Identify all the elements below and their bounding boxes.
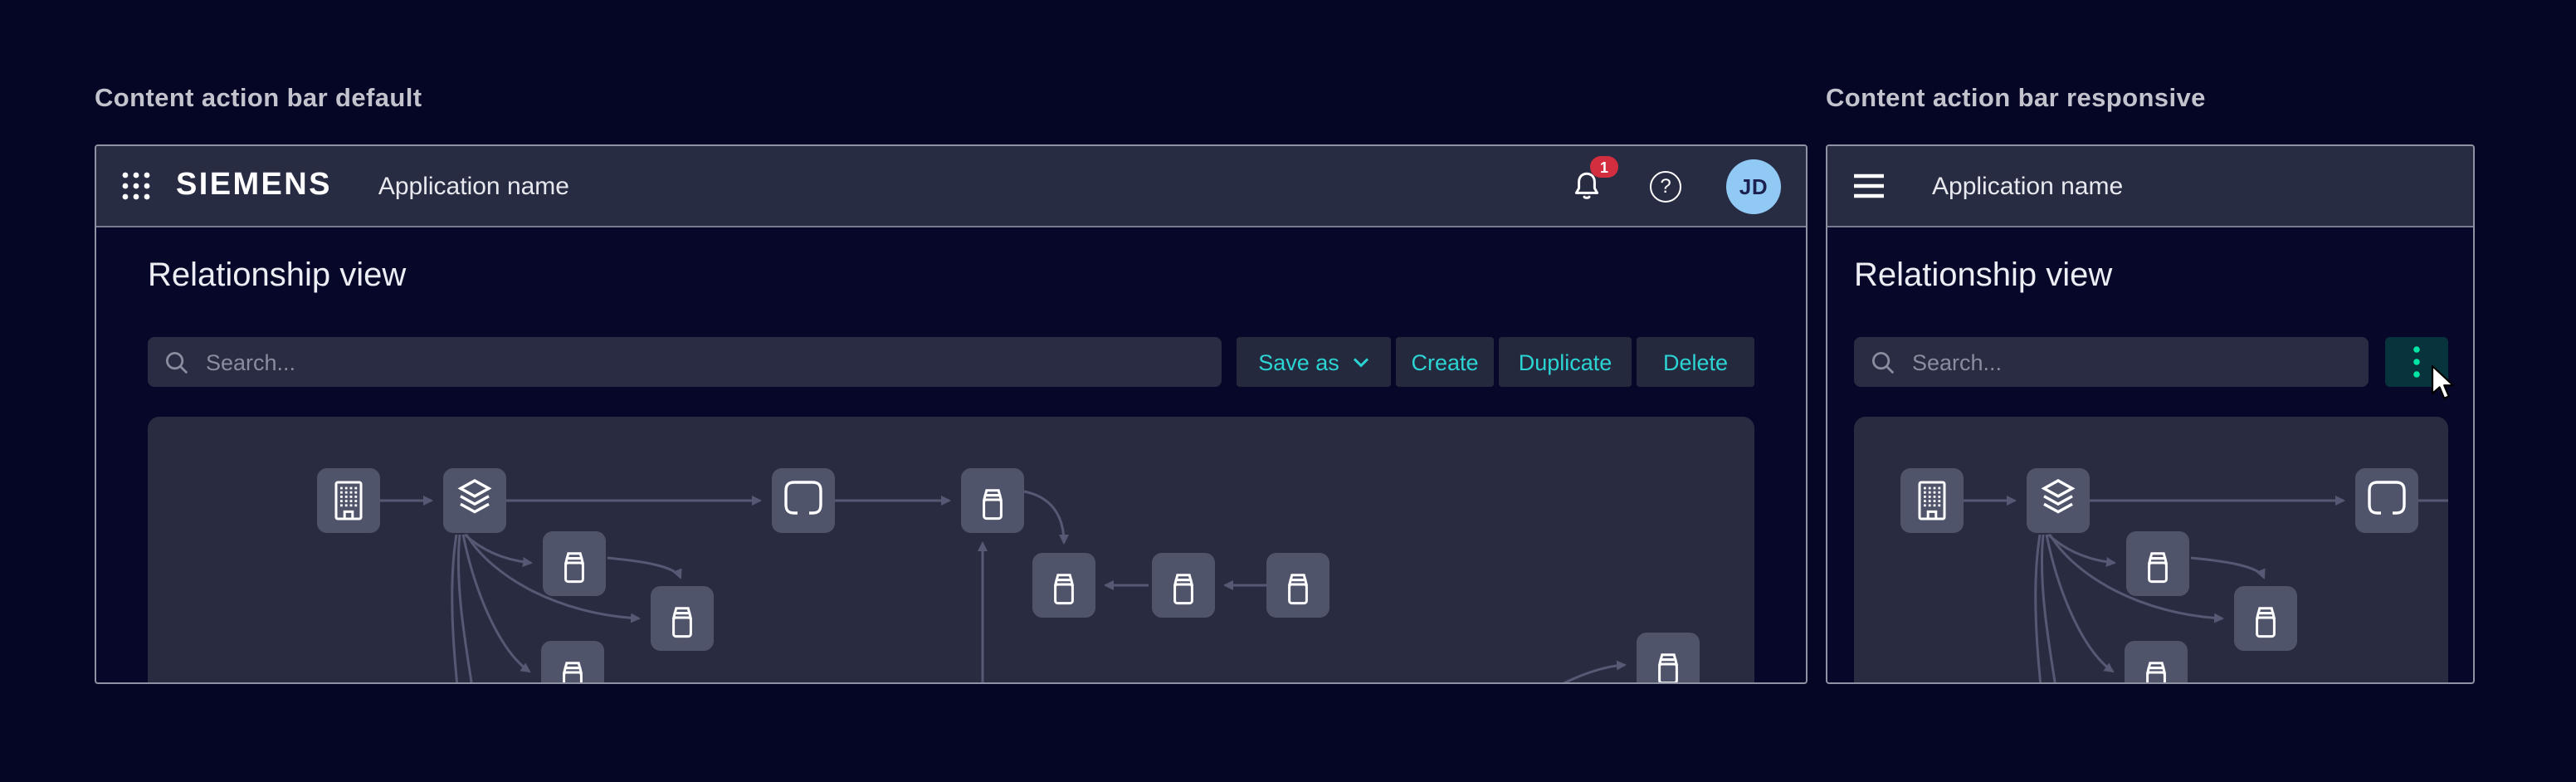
page-title: Relationship view (1854, 257, 2112, 296)
relationship-diagram (1854, 417, 2448, 684)
save-as-button[interactable]: Save as (1237, 337, 1391, 387)
diagram-node-layers[interactable] (443, 468, 506, 533)
diagram-node-building[interactable] (1900, 468, 1964, 533)
kebab-icon (2412, 345, 2422, 379)
content-action-bar: Save as Create Duplicate Delete (148, 337, 1754, 387)
search-field[interactable] (1854, 337, 2369, 387)
diagram-node-layers[interactable] (2027, 468, 2090, 533)
diagram-edge-D-H (1024, 491, 1064, 543)
diagram-node-container[interactable] (541, 641, 604, 684)
action-button-group: Save as Create Duplicate Delete (1237, 337, 1754, 387)
page-title: Relationship view (148, 257, 406, 296)
diagram-node-container[interactable] (2234, 586, 2297, 651)
diagram-node-container[interactable] (2126, 531, 2189, 596)
diagram-edge-E-F (2191, 558, 2264, 578)
application-name: Application name (378, 172, 569, 200)
toolbar-spacer (1222, 337, 1237, 387)
section-label-responsive: Content action bar responsive (1826, 85, 2206, 115)
toolbar-spacer (2369, 337, 2385, 387)
search-input[interactable] (202, 348, 1205, 376)
help-icon: ? (1660, 174, 1671, 198)
search-icon (1871, 349, 1895, 374)
diagram-edge-B-offscreen-1 (2042, 535, 2058, 684)
application-name: Application name (1932, 172, 2123, 200)
diagram-node-container[interactable] (1152, 553, 1215, 618)
diagram-node-app-frame[interactable] (2355, 468, 2418, 533)
diagram-node-app-frame[interactable] (772, 468, 835, 533)
cursor-icon (2430, 364, 2456, 402)
content-action-bar (1854, 337, 2448, 387)
menu-icon[interactable] (1852, 173, 1886, 199)
diagram-node-container[interactable] (651, 586, 714, 651)
relationship-diagram-canvas (1854, 417, 2448, 684)
save-as-label: Save as (1258, 349, 1339, 374)
app-header-responsive: Application name (1827, 146, 2473, 227)
search-field[interactable] (148, 337, 1222, 387)
content-action-bar-responsive-card: Application name Relationship view (1826, 144, 2475, 684)
diagram-edge-B-E (2048, 535, 2115, 563)
diagram-node-container[interactable] (1032, 553, 1095, 618)
create-button[interactable]: Create (1396, 337, 1494, 387)
siemens-logo: SIEMENS (176, 168, 332, 204)
content-action-bar-default-card: SIEMENS Application name 1 ? JD Relation… (95, 144, 1808, 684)
header-right-group: 1 ? JD (1569, 159, 1781, 213)
diagram-node-container[interactable] (1266, 553, 1329, 618)
notifications-button[interactable]: 1 (1569, 168, 1605, 204)
header-left-group: Application name (1852, 172, 2123, 200)
header-left-group: SIEMENS Application name (121, 168, 569, 204)
diagram-node-container[interactable] (1637, 633, 1700, 684)
chevron-down-icon (1353, 356, 1369, 368)
diagram-edge-B-E (465, 535, 531, 563)
duplicate-button[interactable]: Duplicate (1499, 337, 1632, 387)
app-header: SIEMENS Application name 1 ? JD (96, 146, 1806, 227)
diagram-edge-E-F (607, 558, 681, 578)
search-icon (164, 349, 189, 374)
notification-badge: 1 (1590, 156, 1618, 178)
avatar[interactable]: JD (1726, 159, 1781, 213)
diagram-edge-B-offscreen-1 (458, 535, 475, 684)
diagram-node-container[interactable] (961, 468, 1024, 533)
diagram-node-container[interactable] (543, 531, 606, 596)
diagram-edge-offscreen-bottom-K (1535, 665, 1625, 684)
delete-button[interactable]: Delete (1637, 337, 1754, 387)
diagram-node-container[interactable] (2125, 641, 2188, 684)
diagram-node-building[interactable] (317, 468, 380, 533)
screenshot-stage: Content action bar default Content actio… (0, 0, 2576, 782)
relationship-diagram (148, 417, 1754, 684)
help-button[interactable]: ? (1650, 170, 1681, 202)
relationship-diagram-canvas (148, 417, 1754, 684)
app-launcher-icon[interactable] (121, 171, 151, 201)
page: Content action bar default Content actio… (0, 0, 2576, 782)
search-input[interactable] (1909, 348, 2352, 376)
section-label-default: Content action bar default (95, 85, 422, 115)
